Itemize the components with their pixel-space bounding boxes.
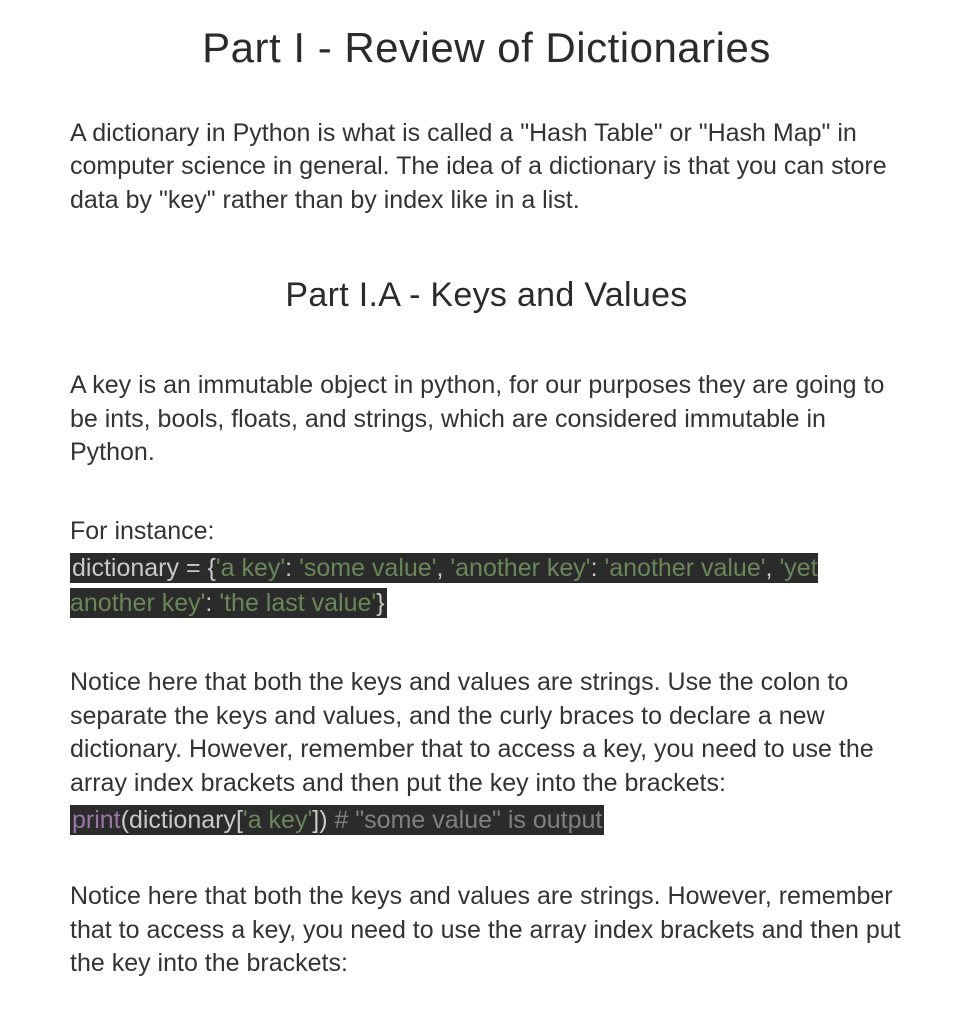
code-token-comment: # "some value" is output [328,806,603,834]
code-token-string: 'some value' [299,554,436,582]
sub-title: Part I.A - Keys and Values [70,273,903,319]
access-paragraph: Notice here that both the keys and value… [70,666,903,801]
code-token-func: print [72,806,121,834]
code-token-string: 'another value' [604,554,765,582]
code-token-op: , [766,554,780,582]
code-token-brace: { [208,554,216,582]
code-token-paren: ) [319,806,327,834]
code-token-brace: } [376,589,384,617]
code-token-string: 'the last value' [219,589,376,617]
code-token-var: dictionary [129,806,236,834]
code-token-string: 'another key' [450,554,590,582]
code-block-print-access: print(dictionary['a key']) # "some value… [70,803,903,838]
code-token-op: : [285,554,299,582]
code-token-op: : [591,554,605,582]
code-token-op: = [179,554,208,582]
code-token-op: : [205,589,219,617]
keys-paragraph: A key is an immutable object in python, … [70,369,903,470]
intro-paragraph: A dictionary in Python is what is called… [70,117,903,218]
for-instance-lead: For instance: [70,515,903,549]
main-title: Part I - Review of Dictionaries [70,20,903,77]
code-token-string: 'a key' [243,806,312,834]
code-block-dict-literal: dictionary = {'a key': 'some value', 'an… [70,551,903,621]
code-token-bracket: [ [236,806,243,834]
code-token-string: 'a key' [216,554,285,582]
code-token-var: dictionary [72,554,179,582]
code-token-op: , [436,554,450,582]
code-token-paren: ( [121,806,129,834]
repeat-paragraph: Notice here that both the keys and value… [70,880,903,981]
